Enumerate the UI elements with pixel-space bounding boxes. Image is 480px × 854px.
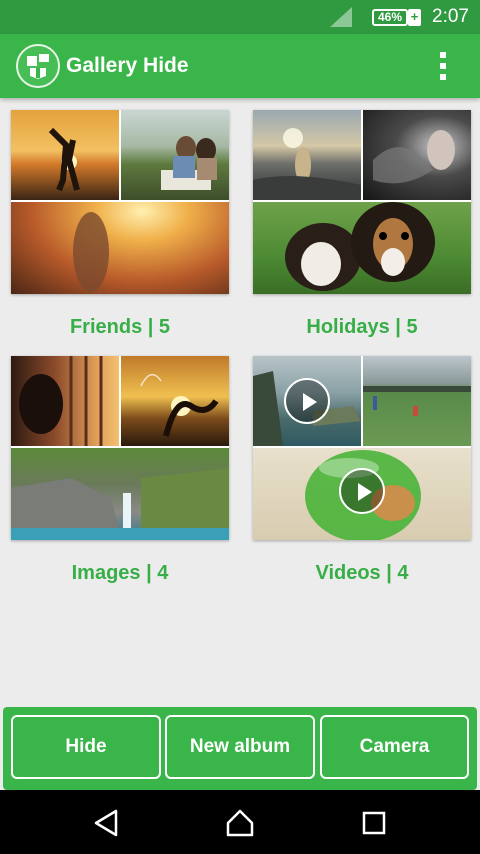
battery-level: 46%: [372, 9, 408, 26]
play-icon: [339, 468, 385, 514]
video-tile: [253, 356, 361, 446]
photo-tile: [11, 202, 229, 294]
status-bar: 46% + 2:07: [0, 0, 480, 34]
album-thumbnail: [253, 356, 471, 540]
photo-tile: [11, 356, 119, 446]
signal-icon: [330, 7, 352, 27]
home-icon[interactable]: [223, 806, 257, 840]
album-label: Images | 4: [71, 562, 169, 584]
album-thumbnail: [253, 110, 471, 294]
album-label: Friends | 5: [69, 316, 171, 338]
hide-button[interactable]: Hide: [11, 715, 161, 779]
play-icon: [284, 378, 330, 424]
app-bar: Gallery Hide: [0, 34, 480, 98]
photo-tile: [363, 110, 471, 200]
video-tile: [363, 356, 471, 446]
photo-tile: [253, 202, 471, 294]
system-nav-bar: [0, 790, 480, 854]
camera-button[interactable]: Camera: [320, 715, 469, 779]
new-album-button[interactable]: New album: [165, 715, 315, 779]
photo-tile: [121, 356, 229, 446]
album-label: Videos | 4: [315, 562, 409, 584]
more-vertical-icon[interactable]: [428, 48, 458, 84]
battery-charging-icon: +: [408, 9, 421, 26]
back-icon[interactable]: [90, 806, 124, 840]
photo-tile: [121, 110, 229, 200]
album-videos[interactable]: Videos | 4: [253, 356, 471, 596]
album-label: Holidays | 5: [306, 316, 418, 338]
album-thumbnail: [11, 110, 229, 294]
video-tile: [253, 448, 471, 540]
gallery-hide-logo-icon: [16, 44, 60, 88]
album-holidays[interactable]: Holidays | 5: [253, 110, 471, 350]
photo-tile: [253, 110, 361, 200]
recents-icon[interactable]: [357, 806, 391, 840]
photo-tile: [11, 448, 229, 540]
album-images[interactable]: Images | 4: [11, 356, 229, 596]
action-bar: Hide New album Camera: [3, 707, 477, 790]
photo-tile: [11, 110, 119, 200]
status-time: 2:07: [432, 6, 469, 27]
app-title: Gallery Hide: [66, 54, 189, 77]
album-friends[interactable]: Friends | 5: [11, 110, 229, 350]
album-thumbnail: [11, 356, 229, 540]
